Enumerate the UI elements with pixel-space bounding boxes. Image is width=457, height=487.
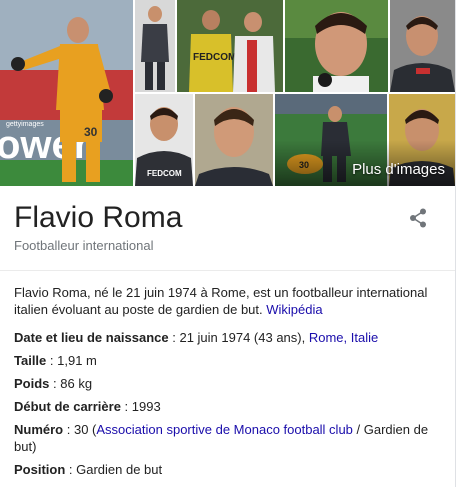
- photo-headshot-monaco[interactable]: FEDCOM: [135, 94, 193, 186]
- fact-value: 86 kg: [60, 376, 93, 391]
- fact-career-start: Début de carrière : 1993: [14, 398, 434, 415]
- tile3-sponsor: FEDCOM: [193, 52, 236, 63]
- fact-label: Poids: [14, 376, 50, 391]
- fact-position: Position : Gardien de but: [14, 461, 434, 478]
- fact-separator: :: [63, 422, 74, 437]
- photo-player-standing[interactable]: [135, 0, 175, 92]
- photo-portrait-dark[interactable]: [390, 0, 455, 92]
- club-link[interactable]: Association sportive de Monaco football …: [96, 422, 353, 437]
- facts-list: Date et lieu de naissance : 21 juin 1974…: [14, 329, 434, 484]
- fact-label: Position: [14, 462, 66, 477]
- fact-separator: :: [168, 330, 180, 345]
- fact-value: 30 (: [73, 422, 97, 437]
- knowledge-panel: ower 30 gettyimages FEDCOM FEDCOM 30 Plu…: [0, 0, 456, 487]
- entity-description: Flavio Roma, né le 21 juin 1974 à Rome, …: [14, 284, 434, 318]
- fact-height: Taille : 1,91 m: [14, 352, 434, 369]
- photo-headshot-smiling[interactable]: [195, 94, 273, 186]
- wikipedia-link[interactable]: Wikipédia: [266, 302, 322, 317]
- photo-interview-closeup[interactable]: [285, 0, 388, 92]
- fact-birth: Date et lieu de naissance : 21 juin 1974…: [14, 329, 434, 346]
- fact-label: Taille: [14, 353, 47, 368]
- fact-value: 21 juin 1974 (43 ans),: [179, 330, 309, 345]
- fact-separator: :: [46, 353, 58, 368]
- more-images-link[interactable]: Plus d'images: [352, 161, 445, 178]
- fact-value: 1993: [131, 399, 161, 414]
- entity-title: Flavio Roma: [14, 201, 183, 234]
- photo-goalkeeper-action[interactable]: ower 30 gettyimages: [0, 0, 133, 186]
- photo-two-players-fedcom[interactable]: FEDCOM: [177, 0, 283, 92]
- tile6-sponsor: FEDCOM: [147, 169, 182, 178]
- fact-separator: :: [49, 376, 61, 391]
- fact-separator: :: [65, 462, 77, 477]
- fact-label: Début de carrière: [14, 399, 121, 414]
- fact-value: 1,91 m: [57, 353, 97, 368]
- fact-label: Date et lieu de naissance: [14, 330, 169, 345]
- fact-weight: Poids : 86 kg: [14, 375, 434, 392]
- fact-number: Numéro : 30 (Association sportive de Mon…: [14, 421, 434, 455]
- share-button[interactable]: [404, 206, 432, 234]
- fact-label: Numéro: [14, 422, 64, 437]
- entity-subtitle: Footballeur international: [14, 238, 154, 253]
- share-icon: [409, 208, 427, 233]
- birthplace-link[interactable]: Rome, Italie: [309, 330, 378, 345]
- tile8-jersey-number: 30: [299, 160, 309, 170]
- fact-separator: :: [120, 399, 132, 414]
- fact-value: Gardien de but: [76, 462, 163, 477]
- tile1-jersey-number: 30: [84, 125, 98, 139]
- tile1-watermark: gettyimages: [6, 121, 44, 128]
- panel-header: Flavio Roma Footballeur international: [0, 186, 455, 271]
- image-grid: ower 30 gettyimages FEDCOM FEDCOM 30 Plu…: [0, 0, 455, 186]
- description-text: Flavio Roma, né le 21 juin 1974 à Rome, …: [14, 285, 428, 317]
